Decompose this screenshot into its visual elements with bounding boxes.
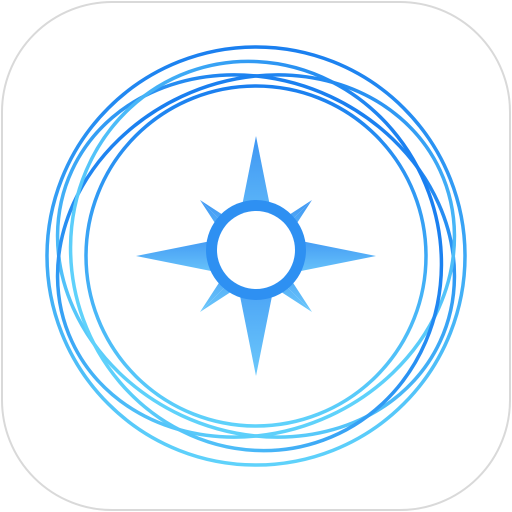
compass-hub-center xyxy=(217,211,295,289)
app-icon[interactable] xyxy=(0,0,512,512)
compass-icon xyxy=(1,1,511,511)
